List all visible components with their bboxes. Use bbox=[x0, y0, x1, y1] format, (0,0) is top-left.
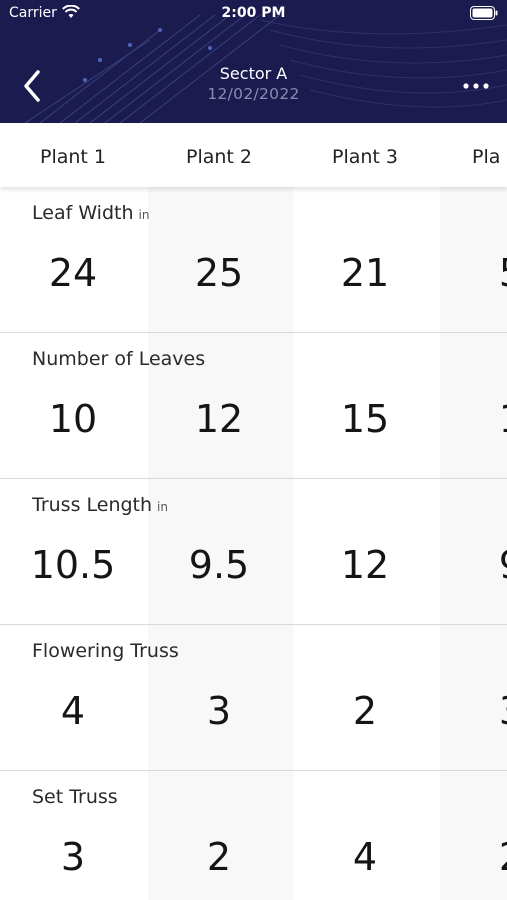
value-cell[interactable]: 21 bbox=[292, 251, 438, 295]
row-label: Leaf Width in bbox=[32, 202, 150, 224]
value-cell[interactable]: 3 bbox=[0, 835, 146, 879]
row-label: Number of Leaves bbox=[32, 348, 206, 370]
plant-tab-bar: Plant 1 Plant 2 Plant 3 Pla bbox=[0, 123, 507, 187]
value-cell[interactable]: 4 bbox=[0, 689, 146, 733]
measurements-grid[interactable]: Leaf Widthin 24 25 21 5 Number of Leaves… bbox=[0, 187, 507, 900]
tab-plant-4[interactable]: Pla bbox=[438, 123, 500, 187]
battery-icon bbox=[470, 6, 498, 20]
header-titles: Sector A 12/02/2022 bbox=[0, 64, 507, 103]
value-cell[interactable]: 9 bbox=[438, 543, 507, 587]
page-title: Sector A bbox=[219, 64, 288, 83]
clock: 2:00 PM bbox=[221, 5, 286, 21]
value-cell[interactable]: 9.5 bbox=[146, 543, 292, 587]
value-cell[interactable]: 15 bbox=[292, 397, 438, 441]
value-cell[interactable]: 2 bbox=[146, 835, 292, 879]
value-cell[interactable]: 5 bbox=[438, 251, 507, 295]
more-horizontal-icon bbox=[463, 83, 489, 89]
row-label: Set Truss bbox=[32, 786, 118, 808]
value-cell[interactable]: 25 bbox=[146, 251, 292, 295]
measurement-row: Truss Lengthin 10.5 9.5 12 9 bbox=[0, 479, 507, 625]
tab-plant-2[interactable]: Plant 2 bbox=[146, 123, 292, 187]
measurement-row: Leaf Widthin 24 25 21 5 bbox=[0, 187, 507, 333]
value-cell[interactable]: 12 bbox=[292, 543, 438, 587]
value-cell[interactable]: 3 bbox=[146, 689, 292, 733]
tab-plant-3[interactable]: Plant 3 bbox=[292, 123, 438, 187]
navigation-header: Carrier 2:00 PM Sector A 12/02/2022 bbox=[0, 0, 507, 123]
value-cell[interactable]: 10 bbox=[0, 397, 146, 441]
value-cell[interactable]: 1 bbox=[438, 397, 507, 441]
value-cell[interactable]: 2 bbox=[292, 689, 438, 733]
measurement-row: Set Truss 3 2 4 2 bbox=[0, 771, 507, 900]
row-label: Truss Length in bbox=[32, 494, 168, 516]
measurement-row: Flowering Truss 4 3 2 3 bbox=[0, 625, 507, 771]
value-cell[interactable]: 10.5 bbox=[0, 543, 146, 587]
status-bar: Carrier 2:00 PM bbox=[0, 0, 507, 28]
tab-plant-1[interactable]: Plant 1 bbox=[0, 123, 146, 187]
value-cell[interactable]: 3 bbox=[438, 689, 507, 733]
value-cell[interactable]: 2 bbox=[438, 835, 507, 879]
value-cell[interactable]: 12 bbox=[146, 397, 292, 441]
unit-label: in bbox=[157, 500, 168, 514]
page-subtitle-date: 12/02/2022 bbox=[207, 85, 300, 103]
row-label: Flowering Truss bbox=[32, 640, 179, 662]
value-cell[interactable]: 4 bbox=[292, 835, 438, 879]
unit-label: in bbox=[138, 208, 150, 222]
value-cell[interactable]: 24 bbox=[0, 251, 146, 295]
measurement-row: Number of Leaves 10 12 15 1 bbox=[0, 333, 507, 479]
more-options-button[interactable] bbox=[461, 76, 491, 96]
